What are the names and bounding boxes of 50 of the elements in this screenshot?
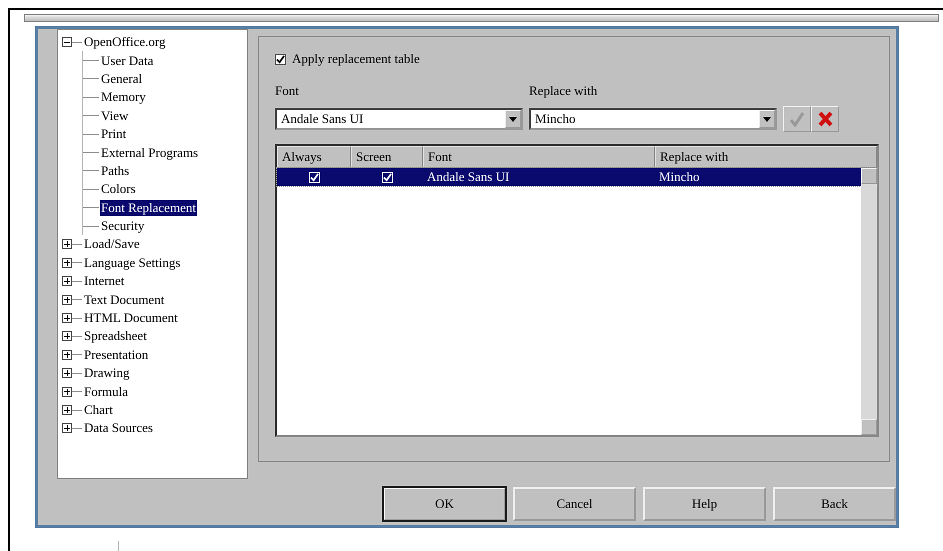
tree-item[interactable]: OpenOffice.org [83,34,166,50]
tree-item[interactable]: Font Replacement [100,200,197,216]
tree-item[interactable]: Drawing [83,365,130,382]
expand-icon[interactable] [62,276,72,286]
tree-item[interactable]: View [100,108,130,124]
tree-item[interactable]: Load/Save [83,236,141,252]
tree-item[interactable]: HTML Document [83,310,179,326]
expand-icon[interactable] [62,239,72,250]
dialog-button[interactable]: Help [643,487,766,521]
table-cell-text: Andale Sans UI [426,169,510,185]
expand-icon[interactable] [62,386,72,397]
dialog-button[interactable]: Back [773,487,896,521]
checkbox[interactable] [275,54,286,64]
expand-icon[interactable] [62,258,72,268]
expand-icon[interactable] [62,294,72,305]
tree-item[interactable]: Internet [83,273,126,290]
tree-item[interactable]: Language Settings [83,254,182,271]
dialog-button[interactable]: OK [383,487,506,521]
tree-item[interactable]: Data Sources [83,420,154,436]
checkbox-label: Apply replacement table [292,51,420,67]
tree-item[interactable]: Colors [100,181,137,198]
tree-item[interactable]: Spreadsheet [83,328,148,344]
collapse-icon[interactable] [62,37,72,48]
expand-icon[interactable] [62,331,72,342]
tree-item[interactable]: Presentation [83,346,150,363]
tree-item[interactable]: Security [100,218,146,234]
tree-item[interactable]: Chart [83,402,114,418]
tree-item[interactable]: External Programs [100,144,200,161]
tree-item[interactable]: Formula [83,384,130,400]
tree-item[interactable]: Print [100,126,128,142]
tree-item[interactable]: General [100,70,144,87]
delete-icon [817,111,833,127]
table-cell-text: Mincho [658,169,700,185]
dialog-button[interactable]: Cancel [513,487,636,521]
expand-icon[interactable] [62,313,72,324]
tree-item[interactable]: User Data [100,52,154,69]
tree-item[interactable]: Memory [100,89,147,106]
replace-dropdown[interactable]: Mincho [529,108,777,130]
expand-icon[interactable] [62,423,72,434]
font-dropdown[interactable]: Andale Sans UI [275,108,523,130]
tree-item[interactable]: Text Document [83,292,166,308]
expand-icon[interactable] [62,350,72,360]
scrollbar[interactable] [861,168,877,435]
expand-icon[interactable] [62,405,72,415]
expand-icon[interactable] [62,368,72,378]
tree-item[interactable]: Paths [100,162,130,179]
delete-button[interactable] [811,106,839,132]
checkmark-icon [789,111,805,127]
field-label: Replace with [529,83,598,99]
field-label: Font [275,83,300,99]
